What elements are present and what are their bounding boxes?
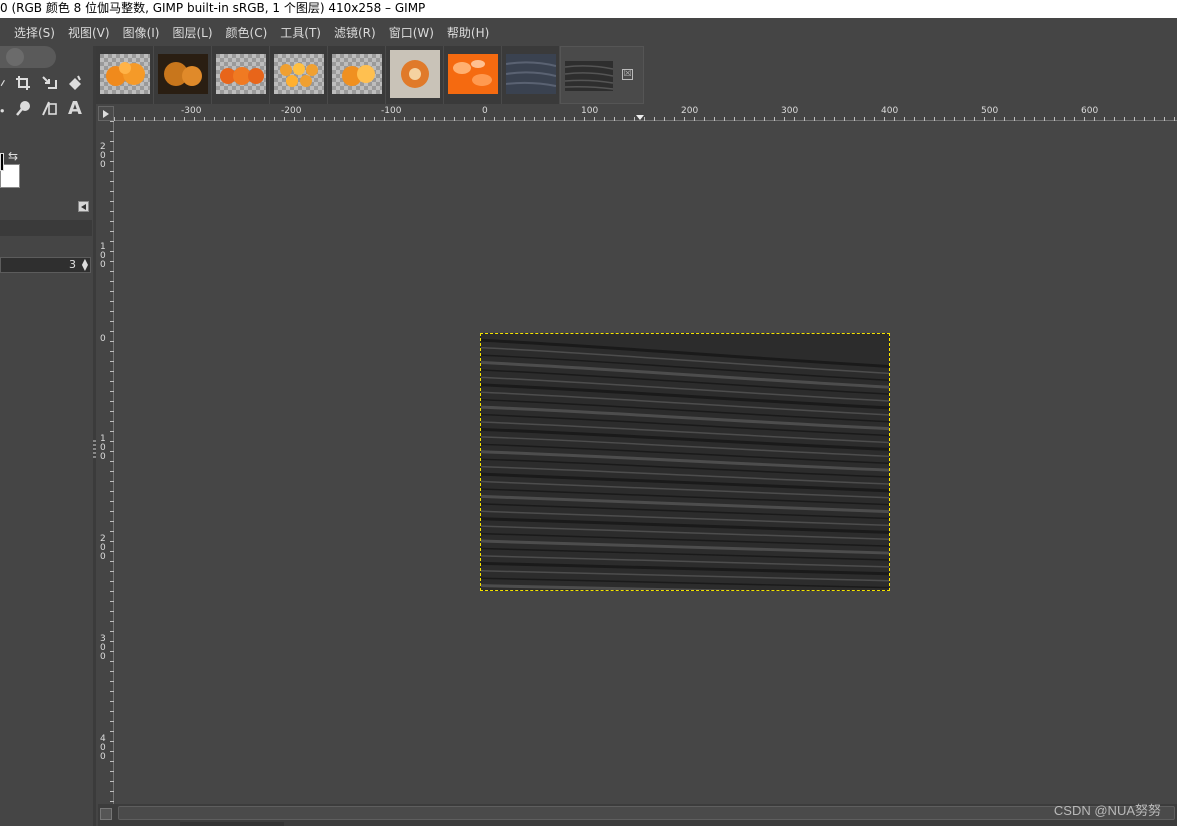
ruler-ticks	[114, 117, 1175, 121]
pointer-marker-icon	[636, 115, 644, 120]
ruler-label: 400	[100, 734, 106, 762]
thumbnail-image	[274, 54, 324, 94]
image-tab[interactable]	[502, 46, 560, 104]
thumbnail-image	[564, 61, 614, 91]
panel-menu-icon[interactable]	[78, 201, 89, 212]
ruler-label: 600	[1081, 106, 1099, 116]
navigate-icon[interactable]	[100, 808, 112, 820]
image-tab[interactable]	[328, 46, 386, 104]
thumbnail-image	[216, 54, 266, 94]
menu-layer[interactable]: 图层(L)	[172, 24, 212, 41]
close-tab-icon[interactable]: ☒	[622, 69, 633, 80]
menu-help[interactable]: 帮助(H)	[447, 24, 489, 41]
thumbnail-image	[332, 54, 382, 94]
tool-options-header	[0, 220, 92, 236]
ruler-label: -100	[381, 106, 402, 116]
image-tab[interactable]	[154, 46, 212, 104]
window-title: 0 (RGB 颜色 8 位伽马整数, GIMP built-in sRGB, 1…	[0, 0, 1177, 18]
wilber-icon	[6, 48, 24, 66]
ruler-label: -200	[281, 106, 302, 116]
pencil-icon[interactable]	[0, 97, 10, 119]
quick-mask-toggle[interactable]	[98, 106, 114, 121]
image-tab-active[interactable]: ☒	[560, 46, 644, 104]
spinner-arrows-icon[interactable]: ▲ ▼	[79, 258, 88, 272]
transform-icon[interactable]	[38, 72, 60, 94]
menu-tools[interactable]: 工具(T)	[280, 24, 321, 41]
menu-filters[interactable]: 滤镜(R)	[334, 24, 376, 41]
image-tab[interactable]	[444, 46, 502, 104]
ruler-label: 300	[100, 634, 106, 662]
ruler-label: 200	[100, 142, 106, 170]
wood-texture-image[interactable]	[480, 333, 890, 591]
ruler-label: -300	[181, 106, 202, 116]
toolbox: A ⇆ 3 ▲ ▼	[0, 46, 96, 826]
ruler-label: 100	[581, 106, 599, 116]
ruler-label: 300	[781, 106, 799, 116]
image-tab[interactable]	[386, 46, 444, 104]
scrollbar-track[interactable]	[118, 806, 1175, 820]
menu-colors[interactable]: 颜色(C)	[226, 24, 268, 41]
text-icon[interactable]: A	[64, 97, 86, 119]
ruler-label: 0	[100, 334, 106, 344]
clone-icon[interactable]	[38, 97, 60, 119]
ruler-label: 500	[981, 106, 999, 116]
swap-colors-icon[interactable]: ⇆	[8, 149, 22, 163]
ruler-label: 100	[100, 434, 106, 462]
menu-select[interactable]: 选择(S)	[14, 24, 55, 41]
vertical-ruler[interactable]: 200 100 0 100 200 300 400	[98, 121, 114, 804]
watermark: CSDN @NUA努努	[1053, 803, 1161, 818]
crop-icon[interactable]	[12, 72, 34, 94]
dock-separator[interactable]	[93, 46, 96, 826]
thumbnail-image	[158, 54, 208, 94]
ruler-label: 100	[100, 242, 106, 270]
tool-option-spinner[interactable]: 3 ▲ ▼	[0, 257, 91, 273]
horizontal-ruler[interactable]: -300 -200 -100 0 100 200 300 400 500 600	[114, 106, 1177, 121]
image-canvas[interactable]	[115, 122, 1177, 804]
ruler-label: 0	[482, 106, 488, 116]
dock-grip[interactable]	[93, 440, 96, 460]
menu-view[interactable]: 视图(V)	[68, 24, 110, 41]
foreground-color-swatch[interactable]	[0, 153, 4, 171]
ruler-ticks	[110, 121, 114, 802]
thumbnail-image	[505, 54, 557, 94]
ruler-label: 200	[100, 534, 106, 562]
image-tab[interactable]	[212, 46, 270, 104]
menubar: 选择(S) 视图(V) 图像(I) 图层(L) 颜色(C) 工具(T) 滤镜(R…	[0, 18, 1177, 46]
free-select-icon[interactable]	[0, 72, 10, 94]
thumbnail-image	[100, 54, 150, 94]
tool-option-value: 3	[69, 258, 76, 271]
ruler-label: 400	[881, 106, 899, 116]
thumbnail-image	[390, 50, 440, 98]
thumbnail-image	[448, 54, 498, 94]
menu-windows[interactable]: 窗口(W)	[389, 24, 434, 41]
status-bar	[180, 822, 284, 826]
image-tab[interactable]	[96, 46, 154, 104]
image-tab[interactable]	[270, 46, 328, 104]
wood-grain-graphic	[481, 334, 889, 590]
toolbox-header[interactable]	[0, 46, 56, 68]
smudge-icon[interactable]	[12, 97, 34, 119]
menu-image[interactable]: 图像(I)	[123, 24, 160, 41]
image-tabs: ☒	[96, 46, 644, 104]
ruler-label: 200	[681, 106, 699, 116]
bucket-fill-icon[interactable]	[64, 72, 86, 94]
